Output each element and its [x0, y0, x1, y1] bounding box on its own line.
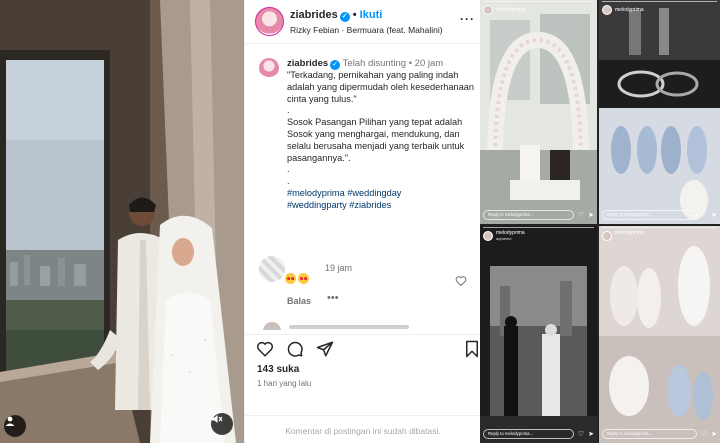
- caption-time: 20 jam: [414, 58, 444, 69]
- comment: 19 jam Balas •••: [255, 256, 477, 316]
- heart-icon[interactable]: ♡: [578, 211, 584, 219]
- caption-text: "Terkadang, pernikahan yang paling indah…: [287, 70, 474, 187]
- story-image: [599, 0, 720, 224]
- story-subtitle: aqmeme: [496, 236, 512, 241]
- edited-label: Telah disunting: [342, 58, 407, 69]
- caption-header: ziabrides ✓ Telah disunting • 20 jam: [287, 58, 444, 70]
- send-icon[interactable]: ➤: [588, 430, 594, 438]
- post-photo[interactable]: [0, 0, 244, 443]
- story-username: melodyprima: [496, 7, 525, 13]
- story-reply-input[interactable]: Reply to melodyprima...: [602, 429, 697, 439]
- post-panel: ziabrides ✓ • Ikuti Rizky Febian · Bermua…: [244, 0, 481, 443]
- mute-icon[interactable]: [211, 413, 233, 435]
- story-image: [480, 0, 597, 224]
- story-image: [480, 226, 597, 443]
- comment-emoji: [285, 273, 311, 287]
- send-icon[interactable]: ➤: [711, 430, 717, 438]
- story-username: melodyprima aqmeme: [496, 230, 525, 241]
- story-username: melodyprima Tunggu: [615, 230, 644, 241]
- caption-avatar[interactable]: [259, 58, 279, 78]
- follow-button[interactable]: Ikuti: [360, 9, 383, 21]
- story-card[interactable]: melodyprima Tunggu Reply to melodyprima..…: [599, 226, 720, 443]
- comment-icon[interactable]: [286, 340, 304, 363]
- post-date: 1 hari yang lalu: [257, 379, 312, 388]
- bookmark-icon[interactable]: [465, 340, 479, 363]
- hashtags-line-1[interactable]: #melodyprima #weddingday: [287, 188, 401, 198]
- story-card[interactable]: melodyprima Reply to melodyprima... ♡ ➤: [480, 0, 597, 224]
- like-icon[interactable]: [256, 340, 274, 363]
- share-icon[interactable]: [316, 340, 334, 363]
- comment-avatar[interactable]: [259, 256, 285, 282]
- story-screenshots: melodyprima Reply to melodyprima... ♡ ➤ …: [480, 0, 720, 443]
- send-icon[interactable]: ➤: [588, 211, 594, 219]
- header-username[interactable]: ziabrides ✓ • Ikuti: [290, 9, 382, 22]
- caption-username[interactable]: ziabrides: [287, 58, 328, 69]
- wedding-photo: [0, 0, 244, 443]
- user-tag-icon[interactable]: [4, 415, 26, 437]
- story-subtitle: Tunggu: [615, 236, 629, 241]
- hashtags-line-2[interactable]: #weddingparty #ziabrides: [287, 200, 391, 210]
- heart-icon[interactable]: ♡: [701, 430, 707, 438]
- story-card[interactable]: melodyprima aqmeme Reply to melodyprima..…: [480, 226, 597, 443]
- post-header: ziabrides ✓ • Ikuti Rizky Febian · Bermua…: [245, 0, 481, 44]
- post-actions: 143 suka 1 hari yang lalu Komentar di po…: [245, 334, 481, 443]
- comment-more-icon[interactable]: •••: [327, 292, 339, 304]
- story-reply-input[interactable]: Reply to melodyprima...: [483, 210, 574, 220]
- story-reply-input[interactable]: Reply to melodyprima...: [602, 210, 697, 220]
- more-options-icon[interactable]: ···: [460, 12, 475, 26]
- story-username: melodyprima: [615, 7, 644, 13]
- avatar[interactable]: [255, 7, 284, 36]
- comment-time: 19 jam: [325, 263, 353, 273]
- story-reply-input[interactable]: Reply to melodyprima...: [483, 429, 574, 439]
- heart-icon[interactable]: ♡: [578, 430, 584, 438]
- story-card[interactable]: melodyprima Reply to melodyprima... ♡ ➤: [599, 0, 720, 224]
- comments-limited-notice: Komentar di postingan ini sudah dibatasi…: [245, 415, 481, 436]
- username[interactable]: ziabrides: [290, 9, 338, 21]
- like-count[interactable]: 143 suka: [257, 364, 299, 375]
- reply-button[interactable]: Balas: [287, 296, 311, 306]
- heart-eyes-emoji: [285, 273, 296, 284]
- send-icon[interactable]: ➤: [711, 211, 717, 219]
- heart-eyes-emoji: [298, 273, 309, 284]
- next-comment-peek: [259, 320, 469, 330]
- heart-icon[interactable]: ♡: [701, 211, 707, 219]
- verified-icon: ✓: [330, 60, 341, 70]
- music-label[interactable]: Rizky Febian · Bermuara (feat. Mahalini): [290, 25, 443, 35]
- story-image: [599, 226, 720, 443]
- comment-like-icon[interactable]: [455, 274, 467, 292]
- caption-body: "Terkadang, pernikahan yang paling indah…: [287, 70, 477, 212]
- verified-icon: ✓: [339, 12, 350, 22]
